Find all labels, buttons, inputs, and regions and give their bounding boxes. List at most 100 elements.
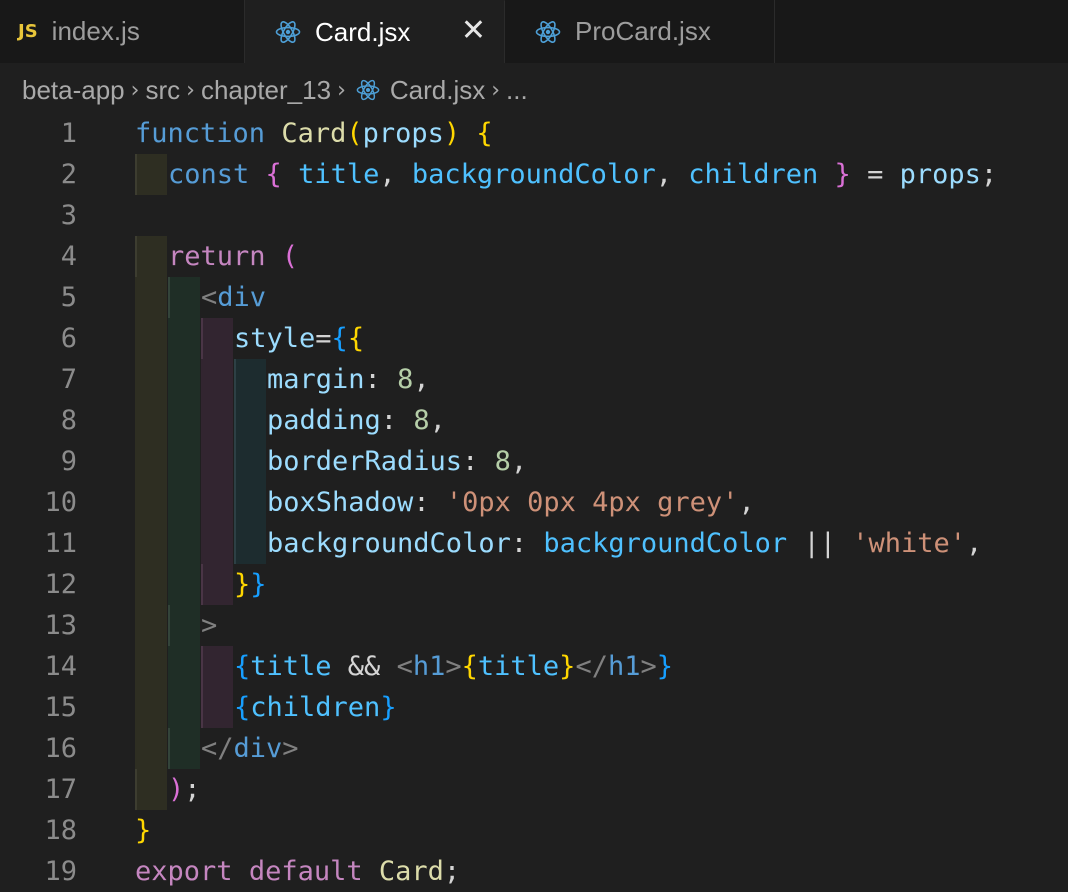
indent-guide <box>201 564 233 605</box>
breadcrumb-ellipsis[interactable]: ... <box>506 75 528 106</box>
line-number: 2 <box>60 159 77 190</box>
code-line: 16 </div> <box>0 728 1068 769</box>
indent-guide <box>135 564 167 605</box>
line-number: 9 <box>60 446 77 477</box>
react-icon <box>356 78 380 102</box>
indent-guide <box>135 646 167 687</box>
line-number: 13 <box>44 610 77 641</box>
close-icon[interactable]: ✕ <box>461 13 486 48</box>
code-line: 2 const { title, backgroundColor, childr… <box>0 154 1068 195</box>
code-line: 9 borderRadius: 8, <box>0 441 1068 482</box>
indent-guide <box>201 359 233 400</box>
line-number: 15 <box>44 692 77 723</box>
indent-guide <box>135 277 167 318</box>
code-line: 13 > <box>0 605 1068 646</box>
indent-guide <box>135 605 167 646</box>
react-icon <box>535 19 561 45</box>
indent-guide <box>201 441 233 482</box>
code-line: 12 }} <box>0 564 1068 605</box>
code-line: 10 boxShadow: '0px 0px 4px grey', <box>0 482 1068 523</box>
indent-guide <box>168 441 200 482</box>
indent-guide <box>234 482 266 523</box>
code-line: 5 <div <box>0 277 1068 318</box>
code-line: 8 padding: 8, <box>0 400 1068 441</box>
breadcrumb-item-beta-app[interactable]: beta-app <box>22 75 125 106</box>
line-number: 8 <box>60 405 77 436</box>
indent-guide <box>168 523 200 564</box>
indent-guide <box>201 523 233 564</box>
line-number: 11 <box>44 528 77 559</box>
breadcrumb: beta-app › src › chapter_13 › Card.jsx ›… <box>0 63 1068 117</box>
indent-guide <box>234 523 266 564</box>
chevron-right-icon: › <box>337 77 346 103</box>
indent-guide <box>168 564 200 605</box>
indent-guide <box>201 400 233 441</box>
code-line: 6 style={{ <box>0 318 1068 359</box>
indent-guide <box>135 482 167 523</box>
indent-guide <box>168 687 200 728</box>
tab-label: index.js <box>51 16 140 46</box>
indent-guide <box>234 359 266 400</box>
code-line: 14 {title && <h1>{title}</h1>} <box>0 646 1068 687</box>
indent-guide <box>168 482 200 523</box>
line-number: 18 <box>44 815 77 846</box>
indent-guide <box>168 359 200 400</box>
indent-guide <box>135 769 167 810</box>
chevron-right-icon: › <box>130 77 140 103</box>
indent-guide <box>201 646 233 687</box>
breadcrumb-item-chapter[interactable]: chapter_13 <box>201 75 331 106</box>
line-number: 4 <box>60 241 77 272</box>
indent-guide <box>234 400 266 441</box>
indent-guide <box>135 359 167 400</box>
chevron-right-icon: › <box>186 77 195 103</box>
js-icon: JS <box>18 21 38 42</box>
indent-guide <box>135 728 167 769</box>
indent-guide <box>135 318 167 359</box>
code-line: 15 {children} <box>0 687 1068 728</box>
line-number: 19 <box>44 856 77 887</box>
indent-guide <box>168 728 200 769</box>
indent-guide <box>168 277 200 318</box>
code-editor[interactable]: 1 function Card(props) { 2 const { title… <box>0 113 1068 890</box>
line-number: 14 <box>44 651 77 682</box>
line-number: 17 <box>44 774 77 805</box>
line-number: 3 <box>60 200 77 231</box>
indent-guide <box>168 605 200 646</box>
tab-procard-jsx[interactable]: ProCard.jsx <box>505 0 775 63</box>
tab-index-js[interactable]: JS index.js <box>0 0 245 63</box>
indent-guide <box>168 318 200 359</box>
line-number: 12 <box>44 569 77 600</box>
breadcrumb-item-file[interactable]: Card.jsx <box>390 75 485 106</box>
line-number: 7 <box>60 364 77 395</box>
indent-guide <box>201 687 233 728</box>
indent-guide <box>135 400 167 441</box>
indent-guide <box>234 441 266 482</box>
line-number: 16 <box>44 733 77 764</box>
indent-guide <box>201 318 233 359</box>
code-line: 3 <box>0 195 1068 236</box>
line-number: 1 <box>60 118 77 149</box>
code-line: 18 } <box>0 810 1068 851</box>
indent-guide <box>168 400 200 441</box>
code-line: 17 ); <box>0 769 1068 810</box>
tab-label: ProCard.jsx <box>575 16 711 46</box>
line-number: 6 <box>60 323 77 354</box>
indent-guide <box>201 482 233 523</box>
code-line: 4 return ( <box>0 236 1068 277</box>
indent-guide <box>168 646 200 687</box>
tab-card-jsx[interactable]: Card.jsx ✕ <box>245 0 505 63</box>
chevron-right-icon: › <box>491 77 501 103</box>
code-line: 1 function Card(props) { <box>0 113 1068 154</box>
indent-guide <box>135 523 167 564</box>
react-icon <box>275 19 301 45</box>
breadcrumb-item-src[interactable]: src <box>145 75 180 106</box>
indent-guide <box>135 441 167 482</box>
code-line: 7 margin: 8, <box>0 359 1068 400</box>
line-number: 5 <box>60 282 77 313</box>
indent-guide <box>135 236 167 277</box>
line-number: 10 <box>44 487 77 518</box>
tab-label: Card.jsx <box>315 16 411 47</box>
code-line: 11 backgroundColor: backgroundColor || '… <box>0 523 1068 564</box>
indent-guide <box>135 687 167 728</box>
tab-bar: JS index.js Card.jsx ✕ ProCard.jsx <box>0 0 1068 63</box>
